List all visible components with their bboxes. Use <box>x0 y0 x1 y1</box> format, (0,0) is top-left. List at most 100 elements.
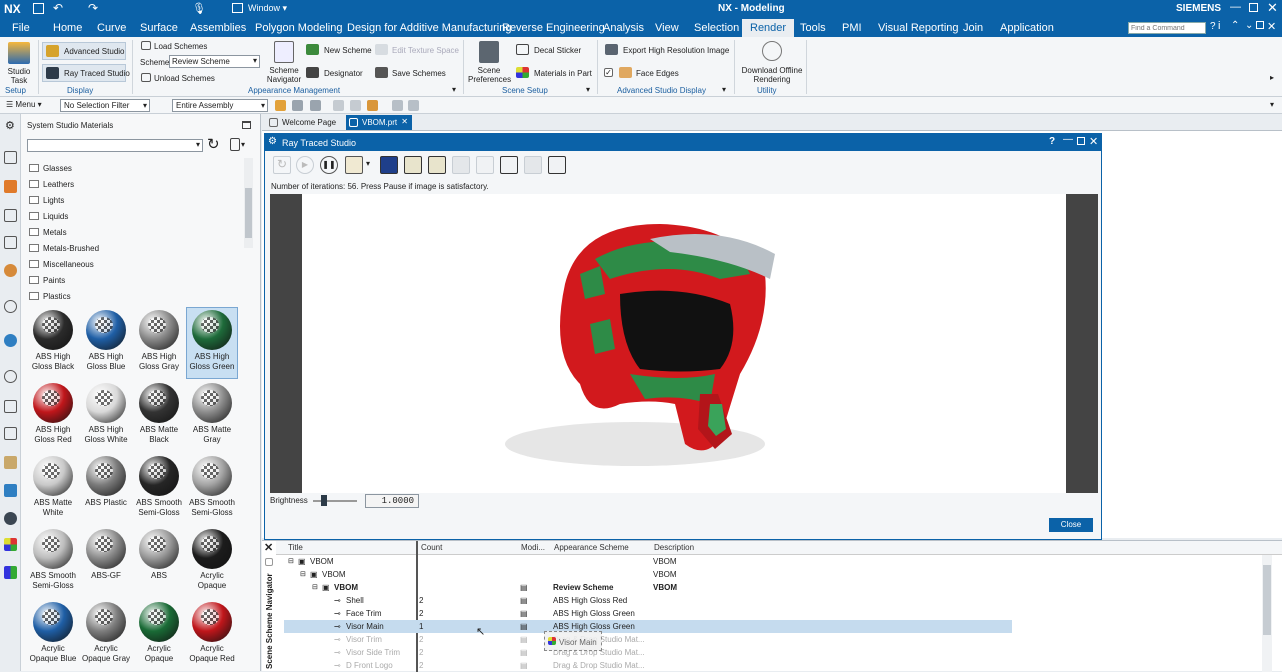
command-search-input[interactable] <box>1128 22 1206 34</box>
close-part-icon[interactable]: ✕ <box>1267 20 1276 33</box>
snap-tool-icon[interactable] <box>292 100 303 111</box>
menu-view[interactable]: View <box>655 22 679 34</box>
material-swatch[interactable]: ABS High Gloss Red <box>28 381 78 451</box>
material-swatch[interactable]: ABS High Gloss Black <box>28 308 78 378</box>
menu-reverse-engineering[interactable]: Reverse Engineering <box>502 22 605 34</box>
palette-icon[interactable] <box>4 538 17 551</box>
scheme-select[interactable]: Review Scheme ▾ <box>169 55 260 68</box>
render-viewport[interactable] <box>270 194 1098 493</box>
studio-task-icon[interactable] <box>8 42 30 64</box>
brightness-value-field[interactable]: 1.0000 <box>365 494 419 508</box>
folder-item[interactable]: Metals-Brushed <box>29 244 99 253</box>
column-modified[interactable]: Modi... <box>521 543 545 552</box>
cloud-icon[interactable] <box>524 156 542 174</box>
expand-toggle-icon[interactable]: ⊟ <box>288 557 294 565</box>
tab-welcome-page[interactable]: Welcome Page <box>266 115 344 130</box>
menu-design-additive[interactable]: Design for Additive Manufacturing <box>347 22 511 34</box>
folder-item[interactable]: Leathers <box>29 180 74 189</box>
chevron-down-icon[interactable]: ▾ <box>241 140 245 149</box>
library-select[interactable]: ▾ <box>27 139 203 152</box>
material-swatch[interactable]: Acrylic Opaque Blue <box>28 600 78 670</box>
folder-item[interactable]: Lights <box>29 196 64 205</box>
brightness-slider[interactable] <box>313 500 357 502</box>
minimize-icon[interactable]: — <box>1063 134 1073 145</box>
appearance-group-expand-icon[interactable]: ▾ <box>452 85 456 94</box>
scheme-navigator-icon[interactable] <box>274 41 294 63</box>
clock-icon[interactable] <box>4 370 17 383</box>
curve-tool-icon[interactable] <box>350 100 361 111</box>
brightness-slider-thumb[interactable] <box>321 495 327 506</box>
menu-render[interactable]: Render <box>742 19 795 37</box>
point-tool-icon[interactable] <box>333 100 344 111</box>
scrollbar-thumb[interactable] <box>245 188 252 238</box>
menu-pmi[interactable]: PMI <box>842 22 862 34</box>
menu-home[interactable]: Home <box>53 22 82 34</box>
start-icon[interactable]: ▶ <box>296 156 314 174</box>
window-icon[interactable] <box>232 3 243 13</box>
folder-item[interactable]: Liquids <box>29 212 68 221</box>
ray-traced-studio-button[interactable]: Ray Traced Studio <box>42 64 130 82</box>
scene-preferences-button[interactable]: Scene Preferences <box>468 66 511 84</box>
new-scheme-button[interactable]: New Scheme <box>324 46 372 55</box>
web-browser-icon[interactable] <box>4 300 17 313</box>
ribbon-options-icon[interactable]: ▸ <box>1270 73 1274 82</box>
assembly-filter-select[interactable]: Entire Assembly ▾ <box>172 99 268 112</box>
system-scenes-icon[interactable] <box>4 427 17 440</box>
menu-assemblies[interactable]: Assemblies <box>190 22 246 34</box>
render-icon[interactable] <box>4 512 17 525</box>
folder-item[interactable]: Paints <box>29 276 65 285</box>
material-swatch[interactable]: ABS Matte White <box>28 454 78 524</box>
folder-item[interactable]: Glasses <box>29 164 72 173</box>
maximize-panel-icon[interactable] <box>242 121 251 129</box>
view-options-icon[interactable] <box>230 138 240 151</box>
menu-analysis[interactable]: Analysis <box>603 22 644 34</box>
region-icon[interactable] <box>428 156 446 174</box>
save-icon[interactable] <box>33 3 44 14</box>
advanced-studio-button[interactable]: Advanced Studio <box>42 42 126 60</box>
material-swatch[interactable]: ABS High Gloss Green <box>186 307 238 379</box>
restart-icon[interactable]: ↻ <box>273 156 291 174</box>
float-window-icon[interactable] <box>1256 21 1264 29</box>
maximize-icon[interactable] <box>1077 137 1085 145</box>
system-materials-icon[interactable] <box>4 400 17 413</box>
menu-tools[interactable]: Tools <box>800 22 826 34</box>
material-swatch[interactable]: ABS High Gloss White <box>81 381 131 451</box>
toolbar-options-icon[interactable]: ▾ <box>1270 100 1274 109</box>
expand-toggle-icon[interactable]: ⊟ <box>300 570 306 578</box>
load-schemes-button[interactable]: Load Schemes <box>154 42 207 51</box>
column-count[interactable]: Count <box>421 543 442 552</box>
body-tool-icon[interactable] <box>392 100 403 111</box>
menu-application[interactable]: Application <box>1000 22 1054 34</box>
render-style-icon[interactable] <box>345 156 363 174</box>
material-swatch[interactable]: ABS Smooth Semi-Gloss <box>134 454 184 524</box>
close-panel-icon[interactable]: ✕ <box>264 541 273 554</box>
column-title[interactable]: Title <box>288 543 303 552</box>
navigator-row[interactable]: ⊸ Visor Main 1 ▤ ABS High Gloss Green <box>284 620 1012 633</box>
minimize-icon[interactable]: — <box>1230 1 1241 13</box>
navigator-row[interactable]: ⊟ ▣ VBOM VBOM <box>284 568 1012 581</box>
refresh-icon[interactable]: ↻ <box>207 135 220 153</box>
folder-item[interactable]: Miscellaneous <box>29 260 94 269</box>
tab-vbom-prt[interactable]: VBOM.prt ✕ <box>346 115 412 130</box>
reuse-library-icon[interactable] <box>4 236 17 249</box>
filter-tool-icon[interactable] <box>310 100 321 111</box>
selection-filter-select[interactable]: No Selection Filter ▾ <box>60 99 150 112</box>
expand-toggle-icon[interactable]: ⊟ <box>312 583 318 591</box>
folder-item[interactable]: Metals <box>29 228 67 237</box>
navigator-scrollbar-thumb[interactable] <box>1263 565 1271 635</box>
material-swatch[interactable]: ABS Matte Gray <box>187 381 237 451</box>
navigator-scrollbar[interactable] <box>1262 555 1272 672</box>
material-swatch[interactable]: Acrylic Opaque <box>134 600 184 670</box>
microphone-icon[interactable]: 🎙 <box>192 2 206 15</box>
material-swatch[interactable]: ABS <box>134 527 184 597</box>
unload-schemes-button[interactable]: Unload Schemes <box>154 74 215 83</box>
download-offline-rendering-button[interactable]: Download Offline Rendering <box>740 66 804 84</box>
menu-file[interactable]: File <box>12 22 30 34</box>
navigator-row[interactable]: ⊸ Face Trim 2 ▤ ABS High Gloss Green <box>284 607 1012 620</box>
window-menu[interactable]: Window ▾ <box>248 3 287 14</box>
gear-icon[interactable]: ⚙ <box>5 119 15 132</box>
roles-icon[interactable] <box>4 456 17 469</box>
menu-surface[interactable]: Surface <box>140 22 178 34</box>
hd3d-tools-icon[interactable] <box>4 264 17 277</box>
part-navigator-icon[interactable] <box>4 151 17 164</box>
